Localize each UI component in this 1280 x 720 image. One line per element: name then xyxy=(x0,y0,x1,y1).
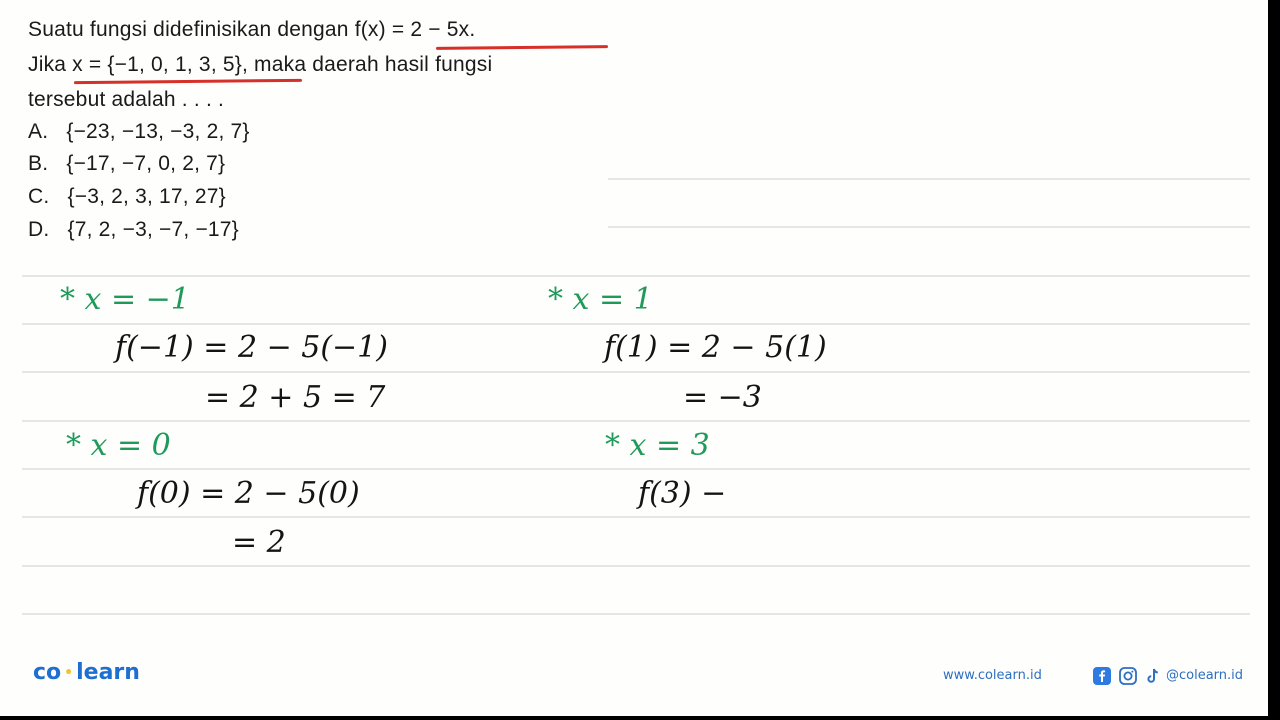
ruled-line xyxy=(22,275,1250,277)
red-underline-function xyxy=(435,45,609,50)
option-letter: B. xyxy=(28,152,49,175)
ruled-line xyxy=(22,565,1250,567)
handwritten-step: = 2 + 5 = 7 xyxy=(205,380,386,415)
handwritten-step: f(1) = 2 − 5(1) xyxy=(604,330,827,365)
handwritten-case-heading: * x = −1 xyxy=(60,282,190,317)
ruled-line xyxy=(608,178,1250,180)
red-underline-domain xyxy=(73,78,303,85)
ruled-line xyxy=(22,371,1250,373)
instagram-icon[interactable] xyxy=(1119,667,1137,685)
handwritten-step: f(3) − xyxy=(638,476,727,511)
ruled-line xyxy=(22,516,1250,518)
option-letter: A. xyxy=(28,120,49,143)
option-text: {−23, −13, −3, 2, 7} xyxy=(66,120,250,143)
ruled-line xyxy=(22,468,1250,470)
handwritten-case-heading: * x = 1 xyxy=(548,282,653,317)
ruled-line xyxy=(22,420,1250,422)
ruled-line xyxy=(608,226,1250,228)
handwritten-step: f(0) = 2 − 5(0) xyxy=(137,476,360,511)
option-d[interactable]: D. {7, 2, −3, −7, −17} xyxy=(28,218,239,242)
option-b[interactable]: B. {−17, −7, 0, 2, 7} xyxy=(28,152,225,176)
ruled-line xyxy=(22,323,1250,325)
question-line-1: Suatu fungsi didefinisikan dengan f(x) =… xyxy=(28,18,476,41)
option-letter: C. xyxy=(28,185,50,208)
ruled-line xyxy=(22,613,1250,615)
option-text: {−3, 2, 3, 17, 27} xyxy=(67,185,226,208)
question-line-3: tersebut adalah . . . . xyxy=(28,88,225,111)
facebook-icon[interactable] xyxy=(1093,667,1111,685)
logo-part: learn xyxy=(76,660,140,685)
social-handle[interactable]: @colearn.id xyxy=(1166,668,1243,683)
question-line-2: Jika x = {−1, 0, 1, 3, 5}, maka daerah h… xyxy=(28,53,493,76)
colearn-logo: co • learn xyxy=(33,660,140,685)
option-text: {−17, −7, 0, 2, 7} xyxy=(66,152,226,175)
handwritten-case-heading: * x = 3 xyxy=(605,428,710,463)
website-link[interactable]: www.colearn.id xyxy=(943,668,1042,683)
logo-part: co xyxy=(33,660,62,685)
handwritten-step: = −3 xyxy=(683,380,762,415)
lesson-canvas: Suatu fungsi didefinisikan dengan f(x) =… xyxy=(0,0,1268,716)
handwritten-step: = 2 xyxy=(232,525,286,560)
tiktok-icon[interactable] xyxy=(1144,667,1162,685)
handwritten-step: f(−1) = 2 − 5(−1) xyxy=(115,330,388,365)
option-a[interactable]: A. {−23, −13, −3, 2, 7} xyxy=(28,120,250,144)
handwritten-case-heading: * x = 0 xyxy=(66,428,171,463)
option-text: {7, 2, −3, −7, −17} xyxy=(67,218,239,241)
logo-dot: • xyxy=(64,665,74,681)
option-letter: D. xyxy=(28,218,50,241)
option-c[interactable]: C. {−3, 2, 3, 17, 27} xyxy=(28,185,226,209)
